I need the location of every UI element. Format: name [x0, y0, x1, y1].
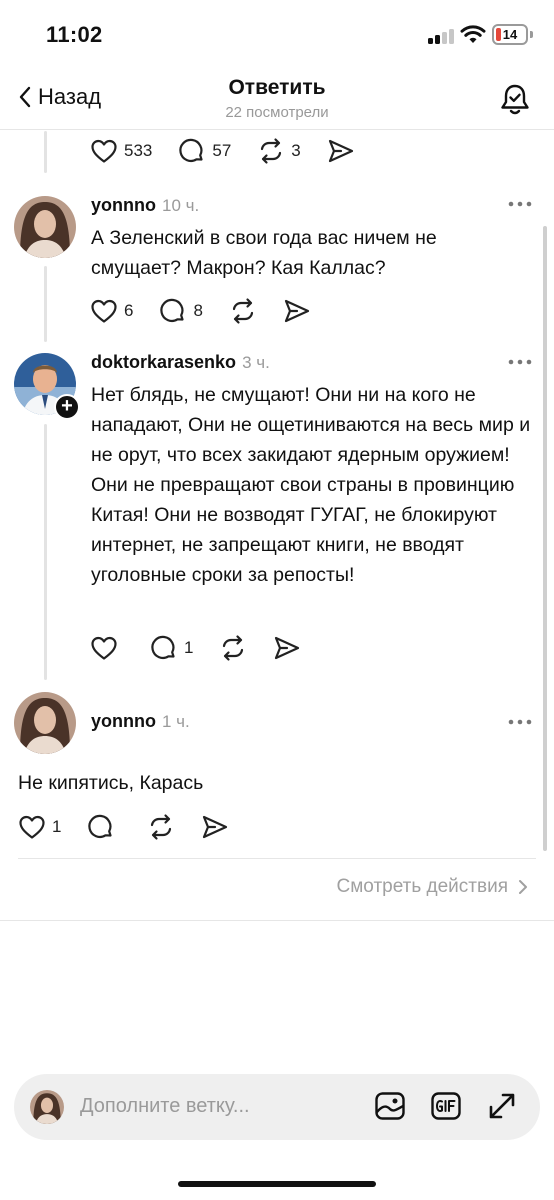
repost-button[interactable] — [219, 634, 247, 662]
composer-avatar — [30, 1090, 64, 1124]
avatar-yonnno[interactable] — [14, 692, 76, 754]
send-icon — [203, 815, 228, 839]
username-text: doktorkarasenko — [91, 352, 237, 372]
battery-icon: 14 — [492, 24, 528, 45]
reply-username[interactable]: yonnno 10 ч. — [91, 195, 199, 216]
home-indicator[interactable] — [178, 1181, 376, 1187]
repost-button[interactable] — [147, 813, 175, 841]
repost-button[interactable] — [229, 297, 257, 325]
comment-icon — [160, 298, 185, 322]
repost-icon — [232, 298, 254, 324]
like-button[interactable]: 533 — [90, 138, 152, 164]
more-options-icon[interactable] — [508, 718, 532, 726]
composer-input[interactable]: Дополните ветку... — [80, 1095, 250, 1118]
status-time: 11:02 — [46, 22, 103, 47]
divider — [18, 858, 536, 859]
repost-icon — [223, 635, 244, 661]
thread-line — [44, 266, 47, 342]
repost-icon — [261, 138, 282, 164]
heart-icon — [91, 636, 117, 660]
comment-icon — [179, 138, 203, 162]
send-icon — [328, 139, 353, 163]
reply-actions: 1 — [90, 634, 327, 662]
more-options-icon[interactable] — [508, 200, 532, 208]
comment-count: 1 — [184, 638, 194, 657]
reply-composer[interactable]: Дополните ветку... — [14, 1074, 540, 1140]
reply-username[interactable]: doktorkarasenko 3 ч. — [91, 352, 270, 373]
like-button[interactable]: 6 — [90, 298, 133, 324]
avatar-yonnno[interactable] — [14, 196, 76, 258]
comment-button[interactable]: 57 — [178, 137, 231, 165]
reply-time: 3 ч. — [242, 353, 270, 372]
reply-text: Не кипятись, Карась — [18, 772, 204, 794]
page-title: Ответить — [228, 76, 326, 99]
notification-bell-icon[interactable] — [498, 82, 532, 118]
username-text: yonnno — [91, 711, 156, 731]
expand-icon[interactable] — [486, 1090, 518, 1122]
more-options-icon[interactable] — [508, 358, 532, 366]
send-icon — [275, 636, 300, 660]
like-button[interactable] — [90, 635, 124, 661]
send-icon — [284, 299, 310, 323]
heart-icon — [91, 299, 117, 323]
reply-time: 1 ч. — [162, 712, 190, 731]
comment-button[interactable]: 1 — [150, 634, 193, 662]
comment-count: 57 — [212, 141, 232, 160]
chevron-right-icon — [519, 880, 527, 894]
like-count: 533 — [124, 141, 153, 160]
heart-icon — [91, 139, 117, 163]
battery-level: 14 — [502, 27, 518, 42]
reply-text: А Зеленский в свои года вас ничем не сму… — [91, 227, 437, 279]
nav-header: Назад Ответить 22 посмотрели — [0, 64, 554, 130]
reply-text: Нет блядь, не смущают! Они ни на кого не… — [91, 384, 531, 586]
comment-button[interactable]: 8 — [159, 297, 203, 325]
username-text: yonnno — [91, 195, 156, 215]
repost-icon — [151, 814, 172, 840]
follow-plus-icon[interactable]: + — [54, 394, 80, 420]
heart-icon — [19, 815, 45, 839]
thread-line — [44, 424, 47, 680]
comment-count: 8 — [193, 301, 203, 320]
status-bar: 11:02 14 — [0, 0, 554, 64]
signal-icon — [428, 28, 456, 44]
repost-count: 3 — [291, 141, 301, 160]
share-button[interactable] — [201, 814, 229, 840]
scrollbar[interactable] — [543, 226, 547, 851]
reply-actions: 1 — [18, 813, 255, 841]
see-actions-link[interactable]: Смотреть действия — [337, 876, 528, 898]
comment-button[interactable] — [87, 813, 121, 841]
image-icon[interactable] — [374, 1090, 406, 1122]
thread-line — [44, 131, 47, 173]
reply-time: 10 ч. — [162, 196, 200, 215]
share-button[interactable] — [327, 138, 355, 164]
wifi-icon — [460, 25, 486, 43]
like-count: 1 — [52, 817, 62, 836]
like-button[interactable]: 1 — [18, 814, 61, 840]
share-button[interactable] — [273, 635, 301, 661]
gif-icon[interactable] — [430, 1090, 462, 1122]
like-count: 6 — [124, 301, 134, 320]
reply-username[interactable]: yonnno 1 ч. — [91, 711, 190, 732]
reply-actions: 6 8 — [90, 297, 337, 325]
see-actions-label: Смотреть действия — [336, 876, 508, 897]
comment-icon — [88, 814, 113, 838]
comment-icon — [151, 635, 175, 659]
top-post-actions: 533 57 3 — [90, 137, 381, 165]
share-button[interactable] — [283, 298, 311, 324]
divider — [0, 920, 554, 921]
view-count: 22 посмотрели — [225, 104, 329, 121]
repost-button[interactable]: 3 — [257, 137, 301, 165]
